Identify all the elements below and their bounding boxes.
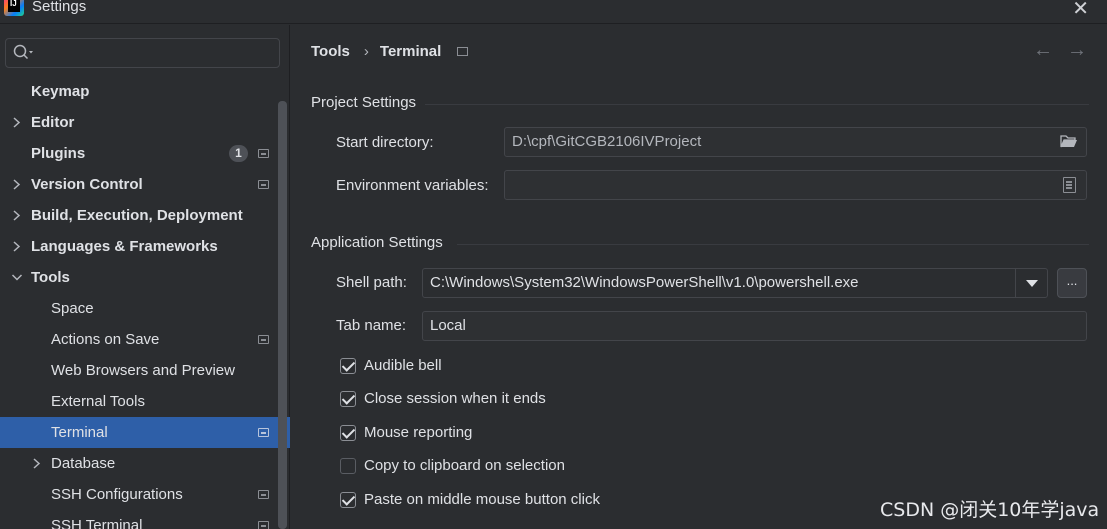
checkbox-checked-icon[interactable] (340, 391, 356, 407)
breadcrumb: Tools › Terminal (311, 43, 469, 60)
sidebar-item-label: Version Control (31, 176, 143, 193)
sidebar-item-label: SSH Terminal (51, 517, 143, 529)
sidebar-item-label: Terminal (51, 424, 108, 441)
environment-variables-field[interactable] (504, 170, 1087, 200)
folder-open-icon[interactable] (1060, 134, 1078, 149)
navigation-arrows: ← → (1019, 39, 1087, 62)
sidebar-item-label: Tools (31, 269, 70, 286)
sidebar-item-web-browsers[interactable]: Web Browsers and Preview (0, 355, 276, 386)
shell-path-combobox[interactable]: C:\Windows\System32\WindowsPowerShell\v1… (422, 268, 1048, 298)
checkbox-checked-icon[interactable] (340, 425, 356, 441)
sidebar-item-label: External Tools (51, 393, 145, 410)
sidebar-item-terminal[interactable]: Terminal (0, 417, 290, 448)
chevron-down-icon[interactable] (1015, 268, 1047, 298)
chevron-right-icon[interactable] (11, 107, 23, 138)
sidebar-item-tools[interactable]: Tools (0, 262, 276, 293)
sidebar-item-space[interactable]: Space (0, 293, 276, 324)
sidebar-item-label: Plugins (31, 145, 86, 162)
checkbox-label: Mouse reporting (364, 424, 473, 441)
section-divider (457, 244, 1089, 245)
edit-document-icon[interactable] (1063, 177, 1076, 193)
checkbox-checked-icon[interactable] (340, 358, 356, 374)
start-directory-value: D:\cpf\GitCGB2106IVProject (512, 133, 702, 150)
tab-name-field[interactable]: Local (422, 311, 1087, 341)
settings-tree: Keymap Editor Plugins 1 Version Control … (0, 76, 290, 529)
project-level-icon (258, 490, 269, 499)
chevron-right-icon[interactable] (31, 448, 43, 479)
sidebar-item-label: Web Browsers and Preview (51, 362, 235, 379)
browse-button[interactable]: ... (1057, 268, 1087, 298)
chevron-right-icon[interactable] (11, 231, 23, 262)
breadcrumb-parent[interactable]: Tools (311, 43, 350, 60)
sidebar-item-label: SSH Configurations (51, 486, 183, 503)
sidebar-item-actions-on-save[interactable]: Actions on Save (0, 324, 276, 355)
breadcrumb-separator: › (363, 43, 369, 60)
project-level-icon (258, 521, 269, 529)
checkbox-label: Paste on middle mouse button click (364, 491, 600, 508)
section-divider (425, 104, 1089, 105)
sidebar-item-label: Languages & Frameworks (31, 238, 218, 255)
sidebar-item-database[interactable]: Database (0, 448, 276, 479)
checkbox-label: Close session when it ends (364, 390, 546, 407)
environment-variables-label: Environment variables: (336, 177, 489, 194)
watermark: CSDN @闭关10年学java (880, 499, 1100, 521)
sidebar-item-ssh-configurations[interactable]: SSH Configurations (0, 479, 276, 510)
shell-path-value: C:\Windows\System32\WindowsPowerShell\v1… (430, 274, 859, 291)
sidebar-item-label: Editor (31, 114, 75, 131)
close-icon[interactable]: ✕ (1072, 0, 1089, 21)
sidebar-item-label: Keymap (31, 83, 90, 100)
chevron-down-icon[interactable] (11, 262, 23, 293)
sidebar-item-label: Build, Execution, Deployment (31, 207, 243, 224)
sidebar-item-ssh-terminal[interactable]: SSH Terminal (0, 510, 276, 529)
shell-path-label: Shell path: (336, 274, 407, 291)
tab-name-label: Tab name: (336, 317, 407, 334)
checkbox-checked-icon[interactable] (340, 492, 356, 508)
project-level-icon (258, 149, 269, 158)
application-settings-title: Application Settings (311, 234, 443, 251)
chevron-right-icon[interactable] (11, 200, 23, 231)
sidebar-item-plugins[interactable]: Plugins 1 (0, 138, 276, 169)
window-title: Settings (32, 0, 87, 15)
sidebar-item-keymap[interactable]: Keymap (0, 76, 276, 107)
search-icon[interactable] (12, 43, 34, 63)
project-level-icon (457, 47, 469, 56)
sidebar-item-build[interactable]: Build, Execution, Deployment (0, 200, 276, 231)
back-arrow-icon[interactable]: ← (1033, 39, 1053, 61)
checkbox-label: Copy to clipboard on selection (364, 457, 565, 474)
chevron-right-icon[interactable] (11, 169, 23, 200)
title-bar: IJ Settings ✕ (0, 0, 1107, 24)
sidebar-item-version-control[interactable]: Version Control (0, 169, 276, 200)
project-level-icon (258, 335, 269, 344)
sidebar-item-label: Actions on Save (51, 331, 160, 348)
search-box[interactable] (5, 38, 280, 68)
plugins-count-badge: 1 (229, 145, 248, 162)
sidebar-item-label: Space (51, 300, 94, 317)
breadcrumb-current: Terminal (379, 43, 442, 60)
project-level-icon (258, 428, 269, 437)
sidebar-item-editor[interactable]: Editor (0, 107, 276, 138)
terminal-settings-panel: Tools › Terminal ← → Project Settings Start… (291, 25, 1107, 529)
intellij-logo-icon: IJ (4, 0, 24, 16)
sidebar-item-label: Database (51, 455, 116, 472)
forward-arrow-icon[interactable]: → (1067, 39, 1087, 61)
project-level-icon (258, 180, 269, 189)
sidebar-item-languages[interactable]: Languages & Frameworks (0, 231, 276, 262)
start-directory-label: Start directory: (336, 134, 434, 151)
checkbox-label: Audible bell (364, 357, 442, 374)
sidebar-item-external-tools[interactable]: External Tools (0, 386, 276, 417)
tab-name-value: Local (430, 317, 466, 334)
search-input[interactable] (38, 42, 273, 64)
start-directory-field[interactable]: D:\cpf\GitCGB2106IVProject (504, 127, 1087, 157)
sidebar-scrollbar[interactable] (278, 101, 287, 529)
project-settings-title: Project Settings (311, 94, 417, 111)
checkbox-unchecked-icon[interactable] (340, 458, 356, 474)
settings-sidebar: Keymap Editor Plugins 1 Version Control … (0, 25, 290, 529)
